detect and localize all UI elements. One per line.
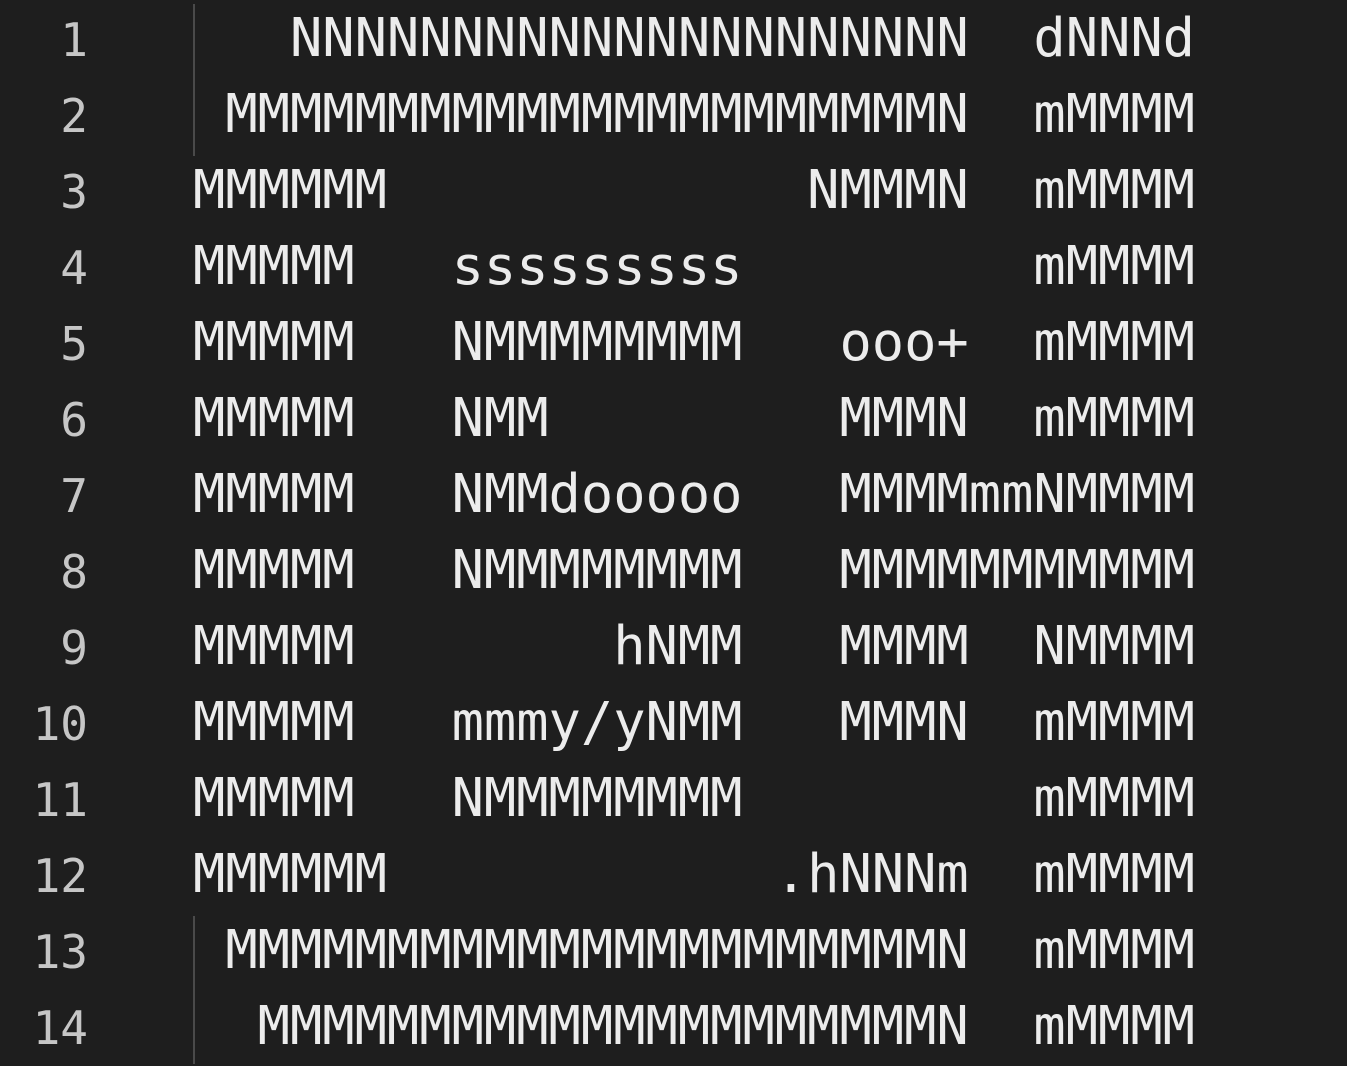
code-line[interactable]: MMMMM mmmy/yNMM MMMN mMMMM	[193, 684, 1195, 760]
code-line[interactable]: MMMMMM .hNNNm mMMMM	[193, 836, 1195, 912]
code-text-area[interactable]: NNNNNNNNNNNNNNNNNNNNN dNNNd MMMMMMMMMMMM…	[0, 0, 1347, 1064]
code-line[interactable]: MMMMMM NMMMN mMMMM	[193, 152, 1195, 228]
code-line[interactable]: MMMMM NMM MMMN mMMMM	[193, 380, 1195, 456]
code-line[interactable]: MMMMM NMMMMMMMM mMMMM	[193, 760, 1195, 836]
code-line[interactable]: MMMMM NMMMMMMMM ooo+ mMMMM	[193, 304, 1195, 380]
code-line[interactable]: MMMMM sssssssss mMMMM	[193, 228, 1195, 304]
code-line[interactable]: MMMMM NMMMMMMMM MMMMMMMMMMM	[193, 532, 1195, 608]
code-line[interactable]: MMMMM hNMM MMMM NMMMM	[193, 608, 1195, 684]
code-editor[interactable]: 1 2 3 4 5 6 7 8 9 10 11 12 13 14 NNNNNNN…	[0, 0, 1347, 1064]
code-line[interactable]: MMMMMMMMMMMMMMMMMMMMMMN mMMMM	[193, 76, 1195, 152]
code-line[interactable]: NNNNNNNNNNNNNNNNNNNNN dNNNd	[193, 0, 1195, 76]
code-line[interactable]: MMMMMMMMMMMMMMMMMMMMMMN mMMMM	[193, 912, 1195, 988]
code-line[interactable]: MMMMM NMMdooooo MMMMmmNMMMM	[193, 456, 1195, 532]
code-line[interactable]: MMMMMMMMMMMMMMMMMMMMMN mMMMM	[193, 988, 1195, 1064]
